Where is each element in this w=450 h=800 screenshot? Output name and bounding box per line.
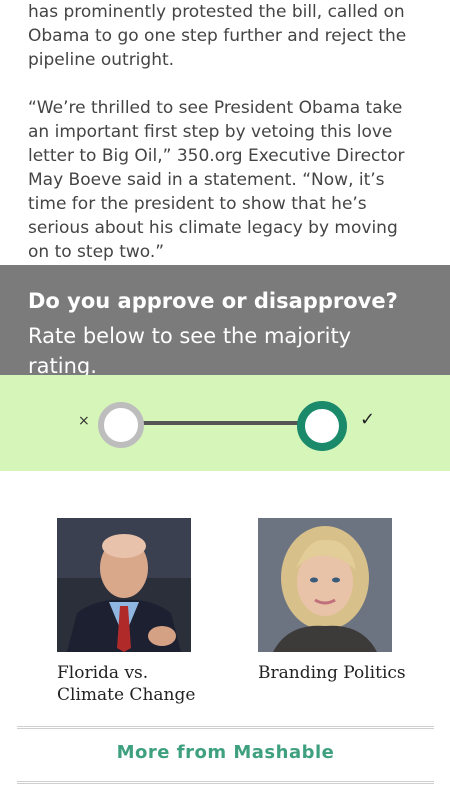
rating-header: Do you approve or disapprove? Rate below… [0, 265, 450, 378]
rating-title: Do you approve or disapprove? [28, 289, 398, 313]
article-body: has prominently protested the bill, call… [0, 0, 450, 264]
disapprove-icon: × [78, 413, 90, 429]
card-title[interactable]: Florida vs. Climate Change [57, 662, 207, 706]
approve-button[interactable] [297, 401, 347, 451]
card-image[interactable] [258, 518, 392, 652]
rating-slider[interactable]: × ✓ [0, 375, 450, 471]
card-title[interactable]: Branding Politics [258, 662, 408, 684]
approve-icon: ✓ [360, 409, 376, 430]
article-paragraph: has prominently protested the bill, call… [28, 2, 407, 70]
rating-subtitle: Rate below to see the majority rating. [28, 324, 352, 378]
card-image[interactable] [57, 518, 191, 652]
related-card[interactable]: Branding Politics [258, 518, 406, 684]
slider-track[interactable] [120, 421, 320, 425]
more-from-mashable-link[interactable]: More from Mashable [17, 726, 434, 784]
disapprove-button[interactable] [98, 402, 144, 448]
related-card[interactable]: Florida vs. Climate Change [57, 518, 197, 706]
article-paragraph: “We’re thrilled to see President Obama t… [28, 98, 405, 262]
